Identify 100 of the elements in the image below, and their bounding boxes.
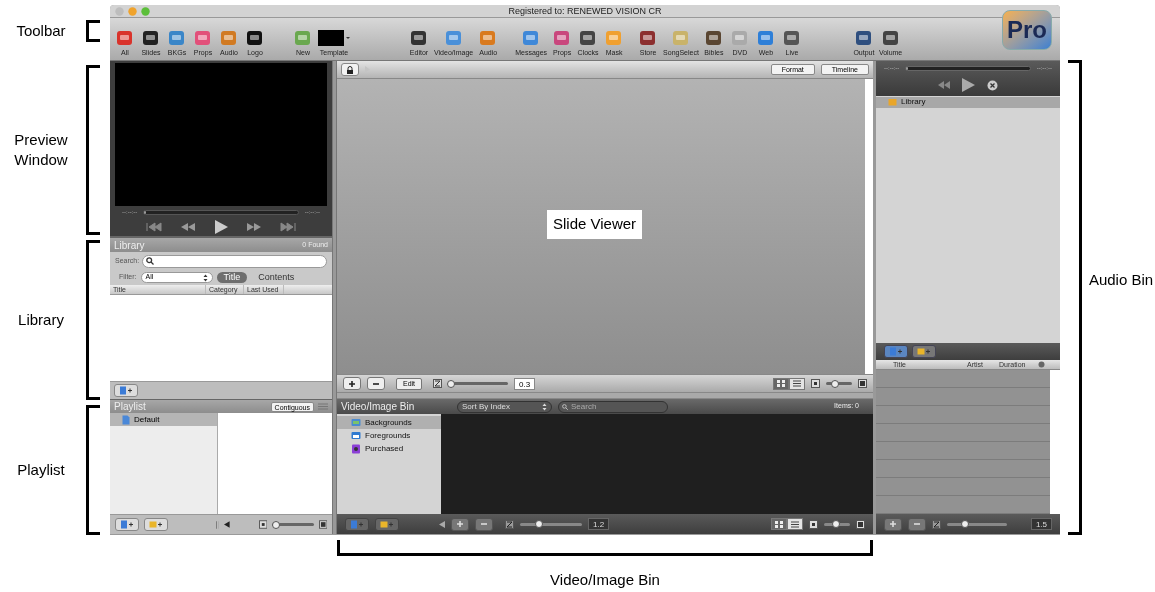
lock-icon [346, 65, 354, 74]
folder-item[interactable]: Backgrounds [337, 416, 441, 429]
new-document-button[interactable] [884, 345, 908, 359]
large-size-icon [858, 379, 867, 388]
plus-icon [889, 520, 897, 529]
list-icon [793, 380, 801, 387]
document-plus-icon [119, 386, 133, 395]
grid-icon [775, 520, 783, 528]
folder-item[interactable]: Foregrounds [337, 429, 441, 442]
toolbar-icon [294, 29, 312, 47]
search-field[interactable] [142, 254, 327, 268]
slider[interactable] [448, 378, 509, 389]
folder-icon [351, 443, 361, 454]
list-view-button[interactable] [789, 377, 805, 390]
bracket-line [86, 20, 100, 42]
list-view-button[interactable] [787, 518, 803, 530]
handle-icon [318, 403, 328, 410]
zoom-icon [932, 519, 941, 529]
value-box: 0.3 [514, 377, 536, 390]
folder-icon [351, 417, 361, 428]
toolbar-icon [756, 29, 775, 47]
toolbar-icon [730, 29, 749, 47]
grid-view-button[interactable] [773, 377, 789, 390]
remove-button[interactable] [367, 377, 385, 390]
playlist-item[interactable]: Default [110, 413, 217, 426]
add-button[interactable] [451, 517, 469, 531]
toolbar-icon [672, 29, 690, 47]
new-document-button[interactable] [115, 518, 139, 531]
slider[interactable] [826, 378, 852, 389]
add-button[interactable] [884, 517, 902, 531]
annotation-label: Preview Window [13, 130, 69, 170]
slider[interactable] [947, 519, 1007, 530]
search-field[interactable]: Search [558, 400, 668, 413]
large-size-icon [856, 519, 865, 529]
tree-item[interactable]: Library [876, 96, 1060, 108]
new-document-button[interactable] [114, 384, 138, 397]
grid-view-button[interactable] [771, 518, 787, 530]
large-size-icon [318, 520, 327, 529]
rewind-icon[interactable] [938, 81, 950, 90]
slider[interactable] [520, 519, 582, 529]
toolbar-icon [220, 29, 238, 47]
toolbar-icon [194, 29, 212, 47]
stop-icon[interactable] [987, 79, 998, 91]
new-folder-button[interactable] [912, 345, 936, 359]
toolbar-icon [168, 29, 186, 47]
lock-button[interactable] [341, 63, 359, 76]
grip-icon [215, 520, 220, 529]
slider[interactable] [824, 519, 850, 529]
toolbar-icon [639, 29, 658, 47]
window-title: Registered to: RENEWED VISION CR [507, 5, 663, 18]
column-options-icon[interactable] [1038, 361, 1045, 369]
fast-forward-icon[interactable] [246, 222, 262, 232]
toolbar-icon [410, 29, 428, 47]
document-plus-icon [889, 347, 903, 357]
toolbar-icon [782, 29, 801, 47]
grid-icon [777, 380, 785, 387]
rewind-icon[interactable] [180, 222, 196, 232]
small-size-icon [809, 519, 818, 529]
plus-icon [348, 379, 356, 388]
value-box: 1.2 [588, 518, 610, 530]
folder-plus-icon [380, 519, 394, 529]
toolbar-icon [522, 29, 541, 47]
toolbar-icon [116, 29, 134, 47]
app-logo: Pro [1002, 10, 1052, 50]
plus-icon [456, 520, 464, 528]
skip-forward-icon[interactable] [280, 222, 296, 232]
toolbar-icon [246, 29, 264, 47]
toolbar-icon [579, 29, 598, 47]
toolbar-icon [553, 29, 572, 47]
add-button[interactable] [343, 377, 361, 390]
remove-button[interactable] [908, 517, 926, 531]
template-thumbnail-icon [318, 29, 350, 47]
toolbar-icon [444, 29, 463, 47]
play-icon[interactable] [214, 220, 228, 234]
filter-mode-tab[interactable]: Contents [251, 272, 302, 283]
zoom-icon [433, 379, 443, 388]
minus-icon [480, 520, 488, 528]
back-arrow-icon[interactable] [439, 520, 445, 528]
list-icon [791, 520, 799, 528]
annotation-label: Library [18, 310, 64, 330]
skip-back-icon[interactable] [146, 222, 162, 232]
sort-dropdown[interactable]: Sort By Index [457, 400, 552, 413]
slider[interactable] [272, 519, 314, 530]
toolbar-icon [479, 29, 498, 47]
toolbar-icon [605, 29, 624, 47]
folder-plus-icon [917, 347, 931, 357]
zoom-icon [505, 519, 514, 529]
play-icon[interactable] [962, 78, 975, 93]
folder-item[interactable]: Purchased [337, 442, 441, 455]
folder-icon [351, 430, 361, 441]
new-folder-button[interactable] [375, 517, 399, 531]
back-arrow-icon[interactable] [224, 521, 230, 528]
small-size-icon [811, 379, 820, 388]
panel-title: Library [114, 238, 145, 253]
new-folder-button[interactable] [144, 518, 168, 531]
remove-button[interactable] [475, 517, 493, 531]
document-icon [122, 414, 130, 425]
filter-mode-tab[interactable]: Title [216, 272, 248, 283]
stepper-icon [202, 273, 208, 282]
annotation-label: Slide Viewer [547, 210, 643, 239]
